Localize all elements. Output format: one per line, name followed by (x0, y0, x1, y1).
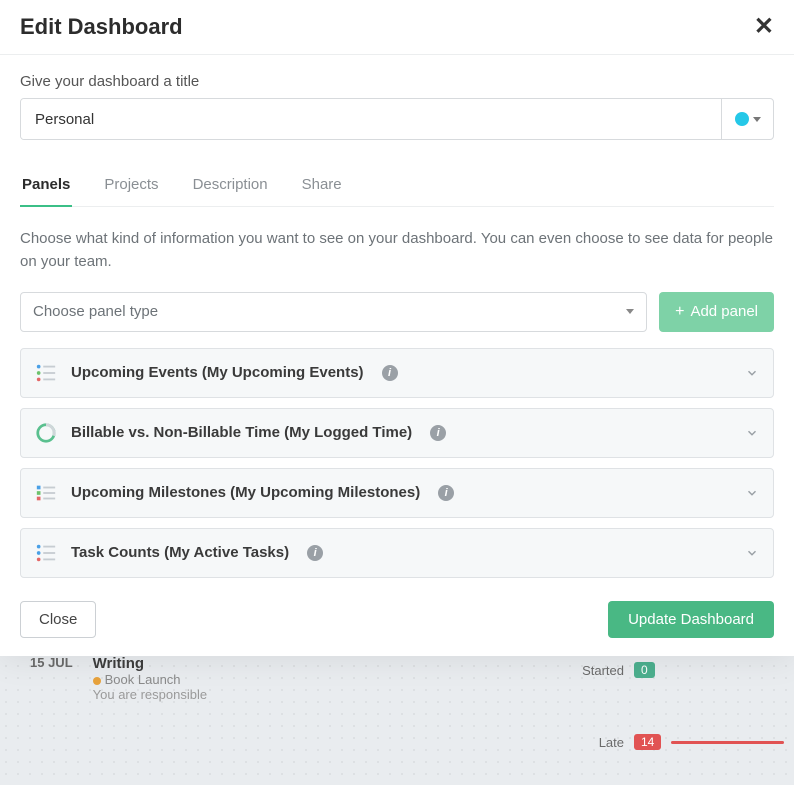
title-field-label: Give your dashboard a title (20, 73, 774, 90)
modal-footer: Close Update Dashboard (0, 587, 794, 656)
add-panel-button[interactable]: + Add panel (659, 292, 774, 332)
info-icon[interactable]: i (430, 425, 446, 441)
color-dot-icon (735, 112, 749, 126)
stat-label: Started (574, 663, 624, 678)
close-button[interactable]: Close (20, 601, 96, 638)
panel-title: Upcoming Events (My Upcoming Events) (71, 364, 364, 381)
event-date: 15 JUL (30, 655, 73, 702)
tab-projects[interactable]: Projects (102, 168, 160, 207)
chevron-down-icon (745, 546, 759, 560)
chevron-down-icon (745, 426, 759, 440)
modal-header: Edit Dashboard ✕ (0, 0, 794, 55)
color-picker-trigger[interactable] (721, 99, 773, 139)
modal-body: Give your dashboard a title Panels Proje… (0, 55, 794, 587)
add-panel-label: Add panel (690, 303, 758, 320)
close-icon[interactable]: ✕ (754, 15, 774, 39)
panels-tab-description: Choose what kind of information you want… (20, 227, 774, 274)
stat-bar-late (671, 741, 784, 744)
event-title: Writing (93, 655, 207, 672)
stat-row-late: Late 14 (574, 734, 784, 750)
chevron-down-icon (745, 486, 759, 500)
stat-label: Late (574, 735, 624, 750)
background-event-card: 15 JUL Writing Book Launch You are respo… (30, 655, 530, 702)
project-color-dot (93, 677, 101, 685)
task-counts-icon (35, 542, 57, 564)
title-input-group (20, 98, 774, 140)
info-icon[interactable]: i (382, 365, 398, 381)
update-dashboard-button[interactable]: Update Dashboard (608, 601, 774, 638)
tab-share[interactable]: Share (300, 168, 344, 207)
panel-item-billable-time[interactable]: Billable vs. Non-Billable Time (My Logge… (20, 408, 774, 458)
stat-badge-started: 0 (634, 662, 655, 678)
panel-add-row: Choose panel type + Add panel (20, 292, 774, 332)
panel-type-placeholder: Choose panel type (33, 303, 158, 320)
panel-list: Upcoming Events (My Upcoming Events) i B… (20, 348, 774, 578)
panel-title: Upcoming Milestones (My Upcoming Milesto… (71, 484, 420, 501)
panel-title: Billable vs. Non-Billable Time (My Logge… (71, 424, 412, 441)
event-subtext: You are responsible (93, 687, 207, 702)
panel-type-select[interactable]: Choose panel type (20, 292, 647, 332)
plus-icon: + (675, 303, 684, 321)
tab-description[interactable]: Description (191, 168, 270, 207)
panel-item-task-counts[interactable]: Task Counts (My Active Tasks) i (20, 528, 774, 578)
stat-badge-late: 14 (634, 734, 661, 750)
donut-chart-icon (35, 422, 57, 444)
background-stats: Started 0 Late 14 (574, 662, 784, 785)
event-project: Book Launch (93, 672, 207, 687)
tabs-bar: Panels Projects Description Share (20, 168, 774, 207)
chevron-down-icon (626, 309, 634, 314)
panel-item-upcoming-milestones[interactable]: Upcoming Milestones (My Upcoming Milesto… (20, 468, 774, 518)
dashboard-title-input[interactable] (21, 99, 721, 139)
milestone-list-icon (35, 482, 57, 504)
list-icon (35, 362, 57, 384)
info-icon[interactable]: i (438, 485, 454, 501)
chevron-down-icon (745, 366, 759, 380)
stat-row-started: Started 0 (574, 662, 784, 678)
modal-title: Edit Dashboard (20, 14, 183, 40)
tab-panels[interactable]: Panels (20, 168, 72, 207)
chevron-down-icon (753, 117, 761, 122)
info-icon[interactable]: i (307, 545, 323, 561)
panel-item-upcoming-events[interactable]: Upcoming Events (My Upcoming Events) i (20, 348, 774, 398)
edit-dashboard-modal: Edit Dashboard ✕ Give your dashboard a t… (0, 0, 794, 656)
panel-title: Task Counts (My Active Tasks) (71, 544, 289, 561)
